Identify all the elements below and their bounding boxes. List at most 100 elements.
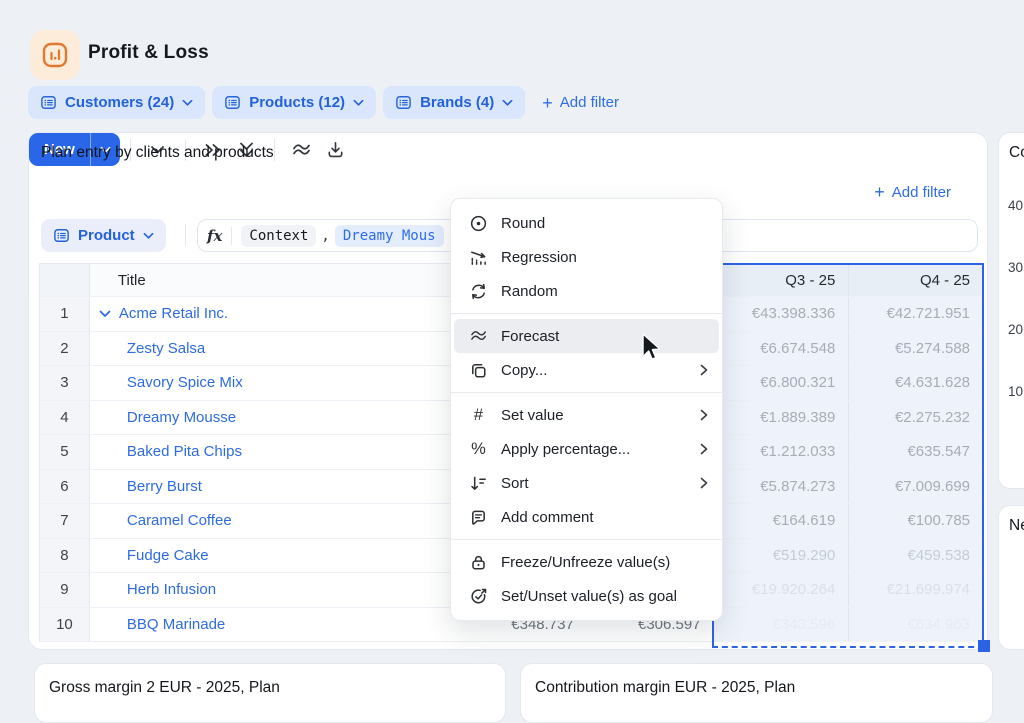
column-header-q3[interactable]: Q3 - 25 [713, 264, 849, 296]
value-cell-q3[interactable]: €1.212.033 [713, 435, 849, 469]
collapse-row-icon[interactable] [99, 310, 111, 318]
menu-item-set-value[interactable]: # Set value [451, 398, 722, 432]
row-title-link[interactable]: Savory Spice Mix [127, 374, 243, 391]
row-title-cell[interactable]: Herb Infusion [90, 573, 456, 607]
percent-icon: % [471, 439, 486, 458]
value-cell-q3[interactable]: €5.874.273 [713, 469, 849, 503]
menu-item-label: Regression [501, 248, 577, 266]
row-title-cell[interactable]: Baked Pita Chips [90, 435, 456, 469]
product-dimension-chip[interactable]: Product [41, 219, 166, 252]
value-cell-q3[interactable]: €519.290 [713, 538, 849, 572]
row-title-cell[interactable]: Berry Burst [90, 470, 456, 504]
menu-item-forecast[interactable]: Forecast [454, 319, 719, 353]
row-title-link[interactable]: Dreamy Mousse [127, 409, 236, 426]
selection-fill-dashed-edge [712, 646, 984, 648]
row-number: 7 [40, 504, 90, 538]
goal-icon [468, 586, 489, 607]
filter-chip-label: Products (12) [249, 94, 346, 111]
row-title-cell[interactable]: Fudge Cake [90, 539, 456, 573]
menu-item-set-goal[interactable]: Set/Unset value(s) as goal [451, 579, 722, 613]
contribution-chart-card: Co 40 30 20 10 [998, 132, 1024, 489]
value-cell-q4[interactable]: €21.699.974 [848, 573, 984, 607]
row-title-link[interactable]: BBQ Marinade [127, 616, 225, 633]
formula-member-token[interactable]: Dreamy Mous [334, 224, 444, 247]
row-number: 9 [40, 573, 90, 607]
menu-item-copy[interactable]: Copy... [451, 353, 722, 387]
menu-item-freeze[interactable]: Freeze/Unfreeze value(s) [451, 545, 722, 579]
add-filter-button[interactable]: + Add filter [532, 94, 629, 112]
submenu-chevron-icon [700, 409, 708, 421]
menu-item-label: Set value [501, 406, 564, 424]
value-cell-q4[interactable]: €635.547 [848, 435, 984, 469]
list-icon [224, 94, 241, 111]
download-icon[interactable] [319, 133, 353, 166]
selection-handle[interactable] [978, 640, 990, 652]
add-filter-label: Add filter [559, 94, 619, 111]
value-cell-q4[interactable]: €7.009.699 [848, 469, 984, 503]
filter-chip-label: Brands (4) [420, 94, 495, 111]
menu-item-apply-percentage[interactable]: % Apply percentage... [451, 432, 722, 466]
plus-icon: + [542, 92, 553, 113]
menu-item-round[interactable]: Round [451, 206, 722, 240]
row-title-link[interactable]: Caramel Coffee [127, 512, 232, 529]
row-title-cell[interactable]: Zesty Salsa [90, 332, 456, 366]
row-title-link[interactable]: Baked Pita Chips [127, 443, 242, 460]
row-title-cell[interactable]: Savory Spice Mix [90, 366, 456, 400]
panel-add-filter-button[interactable]: + Add filter [864, 183, 961, 201]
hash-icon: # [473, 405, 484, 424]
menu-item-sort[interactable]: Sort [451, 466, 722, 500]
row-number: 2 [40, 331, 90, 365]
forecast-icon[interactable] [285, 133, 319, 166]
column-header-q4[interactable]: Q4 - 25 [848, 264, 984, 296]
row-number: 3 [40, 366, 90, 400]
gross-margin-card: Gross margin 2 EUR - 2025, Plan [34, 663, 506, 723]
value-cell-q4[interactable]: €2.275.232 [848, 400, 984, 434]
dimension-chip-label: Product [78, 227, 135, 244]
contribution-margin-card: Contribution margin EUR - 2025, Plan [520, 663, 993, 723]
sort-icon [468, 473, 489, 494]
row-title-link[interactable]: Zesty Salsa [127, 340, 205, 357]
list-icon [40, 94, 57, 111]
menu-item-add-comment[interactable]: Add comment [451, 500, 722, 534]
row-number: 8 [40, 538, 90, 572]
bar-chart-icon [42, 42, 68, 68]
value-cell-q3[interactable]: €19.920.264 [713, 573, 849, 607]
value-cell-q4[interactable]: €4.631.628 [848, 366, 984, 400]
formula-divider [231, 226, 233, 245]
value-cell-q4[interactable]: €100.785 [848, 504, 984, 538]
menu-item-label: Add comment [501, 508, 594, 526]
value-cell-q4[interactable]: €634.963 [848, 607, 984, 641]
value-cell-q3[interactable]: €164.619 [713, 504, 849, 538]
filter-chip-brands[interactable]: Brands (4) [383, 86, 526, 119]
value-cell-q3[interactable]: €343.596 [713, 607, 849, 641]
filter-chip-customers[interactable]: Customers (24) [28, 86, 206, 119]
menu-divider [451, 313, 722, 314]
filter-bar: Customers (24) Products (12) Brands (4) … [28, 86, 629, 119]
row-title-cell[interactable]: BBQ Marinade [90, 608, 456, 642]
panel-title: Plan entry by clients and products [41, 144, 274, 161]
axis-tick: 10 [1007, 384, 1023, 399]
value-cell-q4[interactable]: €42.721.951 [848, 297, 983, 331]
value-cell-q3[interactable]: €6.674.548 [713, 331, 849, 365]
value-cell-q3[interactable]: €6.800.321 [713, 366, 849, 400]
row-title-cell[interactable]: Acme Retail Inc. [90, 297, 456, 331]
formula-comma: , [321, 227, 330, 244]
row-title-cell[interactable]: Caramel Coffee [90, 504, 456, 538]
row-title-link[interactable]: Herb Infusion [127, 581, 216, 598]
regression-icon [468, 247, 489, 268]
row-title-cell[interactable]: Dreamy Mousse [90, 401, 456, 435]
row-title-link[interactable]: Acme Retail Inc. [119, 305, 228, 322]
formula-context-token[interactable]: Context [241, 224, 317, 247]
menu-item-random[interactable]: Random [451, 274, 722, 308]
value-cell-q3[interactable]: €1.889.389 [713, 400, 849, 434]
value-cell-q3[interactable]: €43.398.336 [713, 297, 849, 331]
title-column-header[interactable]: Title [89, 264, 457, 296]
cell-context-menu: Round Regression Random Forecast Copy...… [450, 198, 723, 621]
filter-chip-products[interactable]: Products (12) [212, 86, 377, 119]
menu-item-regression[interactable]: Regression [451, 240, 722, 274]
list-icon [395, 94, 412, 111]
row-title-link[interactable]: Berry Burst [127, 478, 202, 495]
value-cell-q4[interactable]: €459.538 [848, 538, 984, 572]
row-title-link[interactable]: Fudge Cake [127, 547, 209, 564]
value-cell-q4[interactable]: €5.274.588 [848, 331, 984, 365]
